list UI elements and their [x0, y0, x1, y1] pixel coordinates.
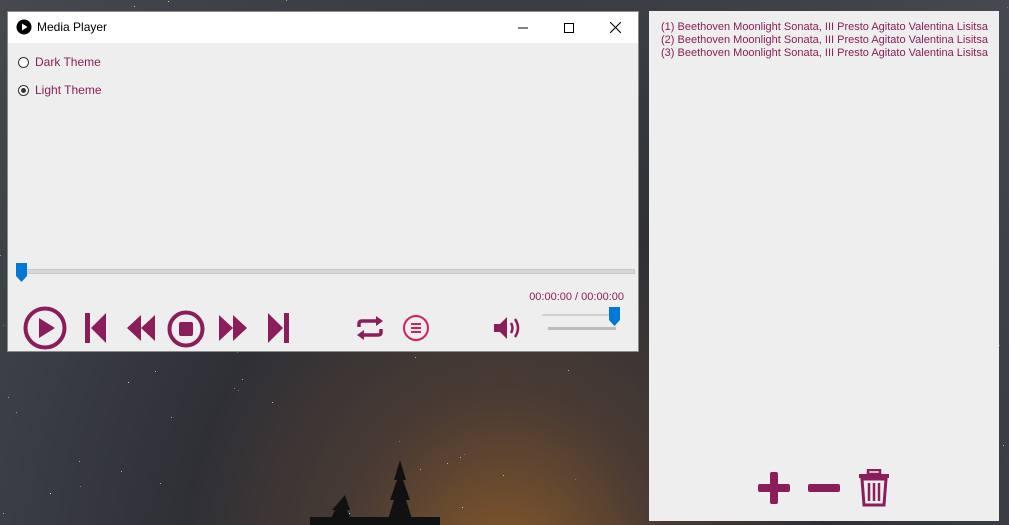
maximize-button[interactable]: [546, 12, 592, 43]
seek-bar[interactable]: [18, 269, 635, 274]
play-icon: [23, 306, 67, 350]
add-icon: [758, 472, 790, 504]
stop-icon: [167, 310, 205, 348]
stop-button[interactable]: [166, 310, 206, 348]
remove-button[interactable]: [805, 469, 843, 507]
next-button[interactable]: [264, 309, 294, 347]
dark-theme-radio[interactable]: Dark Theme: [18, 55, 101, 69]
previous-track-icon: [85, 313, 106, 343]
tree-silhouette: [310, 460, 440, 525]
delete-button[interactable]: [855, 469, 893, 507]
volume-button[interactable]: [492, 314, 524, 342]
close-icon: [609, 22, 621, 33]
playlist-item[interactable]: (2) Beethoven Moonlight Sonata, III Pres…: [661, 34, 989, 47]
playlist-button[interactable]: [402, 314, 430, 342]
repeat-button[interactable]: [354, 315, 386, 341]
light-theme-radio[interactable]: Light Theme: [18, 83, 102, 97]
previous-button[interactable]: [80, 309, 110, 347]
light-theme-label: Light Theme: [35, 83, 102, 97]
media-player-window: Media Player Dark Theme Light Theme 00:0…: [7, 11, 639, 352]
next-track-icon: [268, 313, 289, 343]
play-button[interactable]: [22, 305, 68, 351]
playlist-window: (1) Beethoven Moonlight Sonata, III Pres…: [649, 11, 999, 521]
title-bar[interactable]: Media Player: [8, 12, 638, 43]
playlist-icon: [403, 315, 429, 341]
remove-icon: [808, 484, 840, 492]
play-circle-icon: [16, 19, 32, 35]
minimize-button[interactable]: [500, 12, 546, 43]
playlist-item[interactable]: (1) Beethoven Moonlight Sonata, III Pres…: [661, 21, 989, 34]
rewind-icon: [127, 315, 155, 341]
volume-track: [542, 314, 616, 316]
dark-theme-label: Dark Theme: [35, 55, 101, 69]
rewind-button[interactable]: [124, 312, 158, 344]
add-button[interactable]: [755, 469, 793, 507]
volume-slider[interactable]: [548, 327, 616, 330]
playlist-list[interactable]: (1) Beethoven Moonlight Sonata, III Pres…: [661, 21, 989, 60]
radio-circle: [18, 56, 29, 68]
volume-thumb[interactable]: [609, 307, 620, 326]
close-button[interactable]: [592, 12, 638, 43]
maximize-icon: [564, 22, 574, 33]
playlist-item[interactable]: (3) Beethoven Moonlight Sonata, III Pres…: [661, 47, 989, 60]
volume-icon: [494, 317, 520, 339]
repeat-icon: [357, 316, 383, 340]
fast-forward-icon: [219, 315, 247, 341]
window-title: Media Player: [37, 20, 108, 34]
seek-thumb[interactable]: [16, 263, 27, 282]
minimize-icon: [518, 27, 528, 28]
time-display: 00:00:00 / 00:00:00: [529, 291, 624, 303]
radio-circle-selected: [18, 84, 29, 96]
trash-icon: [859, 469, 889, 507]
fast-forward-button[interactable]: [216, 312, 250, 344]
